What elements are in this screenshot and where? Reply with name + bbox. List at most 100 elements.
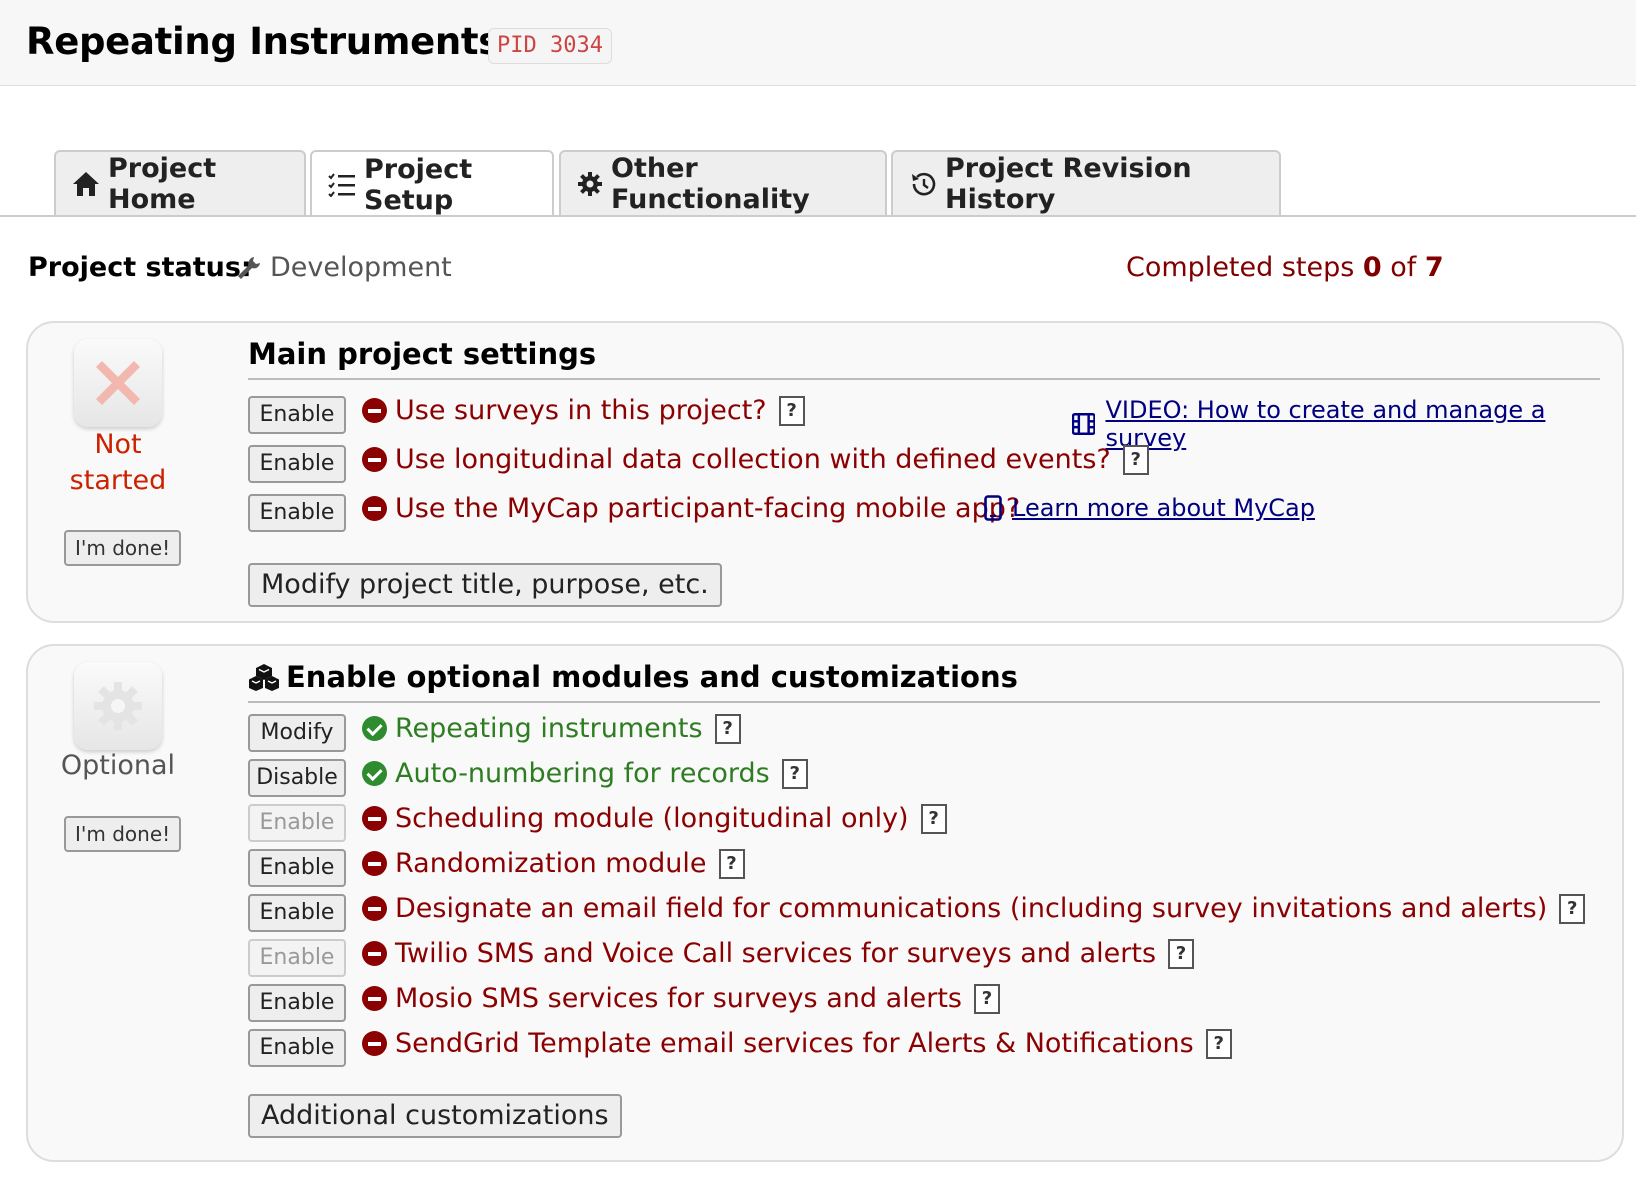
surveys-setting: Use surveys in this project?? (362, 395, 805, 426)
twilio-setting: Twilio SMS and Voice Call services for s… (362, 938, 1195, 969)
enable-longitudinal-button[interactable]: Enable (248, 445, 346, 483)
completed-steps: Completed steps 0 of 7 (1126, 252, 1444, 283)
mycap-setting: Use the MyCap participant-facing mobile … (362, 493, 1020, 524)
not-enabled-icon (362, 941, 387, 966)
step-status-line1: Not (94, 429, 142, 460)
section-divider (248, 701, 1600, 703)
cubes-icon (249, 664, 279, 691)
mosio-setting: Mosio SMS services for surveys and alert… (362, 983, 1000, 1014)
completed-total: 7 (1424, 252, 1444, 283)
history-icon (912, 172, 936, 195)
im-done-button[interactable]: I'm done! (64, 816, 182, 852)
optional-modules-panel: Optional I'm done! Enable optional modul… (26, 644, 1624, 1162)
help-icon[interactable]: ? (718, 848, 745, 879)
tab-project-setup[interactable]: Project Setup (310, 150, 554, 217)
additional-customizations-button[interactable]: Additional customizations (248, 1094, 622, 1138)
page-title: Repeating Instruments (26, 20, 501, 63)
home-icon (73, 171, 99, 196)
help-icon[interactable]: ? (974, 983, 1000, 1014)
status-text: Development (270, 252, 452, 283)
help-icon[interactable]: ? (920, 803, 947, 834)
modify-project-title-button[interactable]: Modify project title, purpose, etc. (248, 563, 722, 607)
disable-auto-numbering-button[interactable]: Disable (248, 759, 346, 797)
not-enabled-icon (362, 447, 387, 472)
main-settings-panel: Not started I'm done! Main project setti… (26, 321, 1624, 623)
item-label: Mosio SMS services for surveys and alert… (395, 983, 962, 1014)
tab-label: Project Revision History (945, 152, 1192, 215)
video-link-text[interactable]: VIDEO: How to create and manage a survey (1105, 396, 1622, 452)
sendgrid-setting: SendGrid Template email services for Ale… (362, 1028, 1232, 1059)
not-enabled-icon (362, 496, 387, 521)
enable-sendgrid-button[interactable]: Enable (248, 1029, 346, 1067)
section-title-text: Enable optional modules and customizatio… (286, 660, 1018, 694)
completed-prefix: Completed steps (1126, 252, 1363, 283)
section-title: Main project settings (248, 337, 596, 371)
tabs-divider (0, 215, 1636, 217)
video-link[interactable]: VIDEO: How to create and manage a survey (1072, 396, 1622, 452)
not-started-icon (74, 339, 162, 427)
tab-label: Other Functionality (611, 152, 810, 215)
tab-label: Project Setup (364, 153, 473, 216)
tab-other-functionality[interactable]: Other Functionality (559, 150, 887, 215)
item-label: SendGrid Template email services for Ale… (395, 1028, 1194, 1059)
longitudinal-setting: Use longitudinal data collection with de… (362, 444, 1149, 475)
completed-count: 0 (1362, 252, 1382, 283)
project-status-label: Project status: (28, 252, 252, 283)
enabled-check-icon (362, 761, 387, 786)
item-label: Randomization module (395, 848, 707, 879)
help-icon[interactable]: ? (1559, 893, 1586, 924)
completed-of: of (1381, 252, 1425, 283)
not-enabled-icon (362, 896, 387, 921)
list-check-icon (328, 172, 355, 197)
enable-mycap-button[interactable]: Enable (248, 494, 346, 532)
not-enabled-icon (362, 851, 387, 876)
item-label: Twilio SMS and Voice Call services for s… (395, 938, 1157, 969)
top-bar: Repeating Instruments PID 3034 (0, 0, 1636, 86)
enable-twilio-button: Enable (248, 939, 346, 977)
enable-mosio-button[interactable]: Enable (248, 984, 346, 1022)
not-enabled-icon (362, 398, 387, 423)
help-icon[interactable]: ? (781, 758, 808, 789)
enable-email-field-button[interactable]: Enable (248, 894, 346, 932)
not-enabled-icon (362, 1031, 387, 1056)
enabled-check-icon (362, 716, 387, 741)
section-title: Enable optional modules and customizatio… (248, 660, 1018, 694)
section-divider (248, 378, 1600, 380)
item-label: Use the MyCap participant-facing mobile … (395, 493, 1021, 524)
mycap-link-text[interactable]: Learn more about MyCap (1012, 494, 1315, 522)
help-icon[interactable]: ? (1168, 938, 1195, 969)
project-status-value: Development (236, 252, 452, 283)
enable-scheduling-button: Enable (248, 804, 346, 842)
section-title-text: Main project settings (248, 337, 597, 371)
step-status-line2: started (69, 465, 167, 496)
pid-badge: PID 3034 (488, 28, 612, 64)
item-label: Auto-numbering for records (395, 758, 770, 789)
repeating-instruments-setting: Repeating instruments? (362, 713, 741, 744)
film-icon (1072, 413, 1096, 435)
help-icon[interactable]: ? (778, 395, 805, 426)
tab-project-home[interactable]: Project Home (54, 150, 306, 215)
tab-label: Project Home (108, 152, 217, 215)
modify-repeating-instruments-button[interactable]: Modify (248, 714, 346, 752)
item-label: Designate an email field for communicati… (395, 893, 1548, 924)
randomization-setting: Randomization module? (362, 848, 745, 879)
help-icon[interactable]: ? (1205, 1028, 1232, 1059)
enable-randomization-button[interactable]: Enable (248, 849, 346, 887)
item-label: Scheduling module (longitudinal only) (395, 803, 909, 834)
not-enabled-icon (362, 806, 387, 831)
auto-numbering-setting: Auto-numbering for records? (362, 758, 808, 789)
step-status: Not started (50, 427, 186, 499)
im-done-button[interactable]: I'm done! (64, 530, 182, 566)
optional-gear-icon (74, 662, 162, 750)
help-icon[interactable]: ? (1122, 444, 1149, 475)
help-icon[interactable]: ? (714, 713, 741, 744)
mobile-phone-icon (984, 495, 1002, 521)
mycap-link[interactable]: Learn more about MyCap (984, 494, 1315, 522)
tab-project-revision-history[interactable]: Project Revision History (891, 150, 1281, 215)
enable-surveys-button[interactable]: Enable (248, 396, 346, 434)
item-label: Repeating instruments (395, 713, 703, 744)
email-field-setting: Designate an email field for communicati… (362, 893, 1586, 924)
scheduling-setting: Scheduling module (longitudinal only)? (362, 803, 947, 834)
item-label: Use surveys in this project? (395, 395, 767, 426)
item-label: Use longitudinal data collection with de… (395, 444, 1111, 475)
